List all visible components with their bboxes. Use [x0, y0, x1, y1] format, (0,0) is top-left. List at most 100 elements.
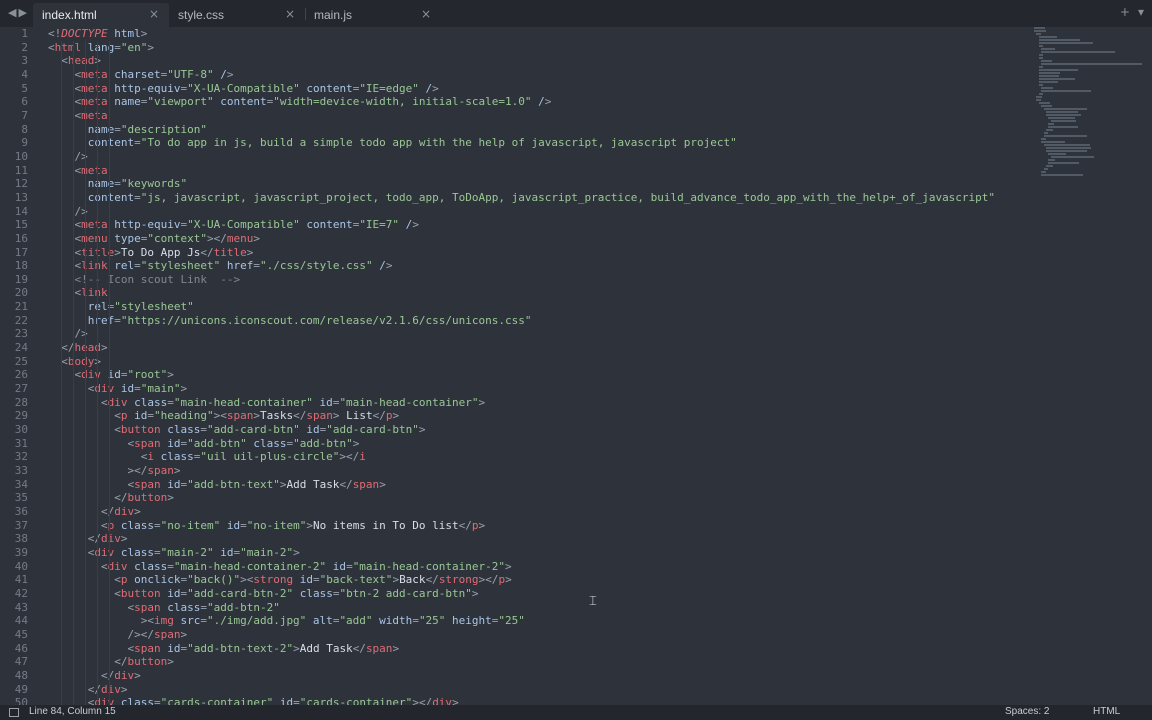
code-line[interactable]: <p class="no-item" id="no-item">No items… — [48, 519, 1028, 533]
minimap-line — [1046, 150, 1088, 152]
minimap-line — [1038, 57, 1043, 59]
code-line[interactable]: </div> — [48, 669, 1028, 683]
code-line[interactable]: <body> — [48, 355, 1028, 369]
line-number: 7 — [21, 108, 28, 122]
line-number: 29 — [14, 409, 28, 423]
code-line[interactable]: <div class="main-head-container-2" id="m… — [48, 560, 1028, 574]
forward-arrow-icon[interactable]: ▶ — [18, 6, 28, 19]
code-line[interactable]: <div class="cards-container" id="cards-c… — [48, 696, 1028, 705]
code-line[interactable]: <span id="add-btn-text">Add Task</span> — [48, 478, 1028, 492]
code-line[interactable]: content="To do app in js, build a simple… — [48, 136, 1028, 150]
minimap-line — [1046, 111, 1079, 113]
line-number: 24 — [14, 341, 28, 355]
code-line[interactable]: <span class="add-btn-2" — [48, 601, 1028, 615]
minimap-line — [1050, 120, 1077, 122]
code-line[interactable]: <!-- Icon scout Link --> — [48, 273, 1028, 287]
code-line[interactable]: <span id="add-btn-text-2">Add Task</span… — [48, 642, 1028, 656]
line-number: 17 — [14, 245, 28, 259]
line-number: 49 — [14, 682, 28, 696]
code-line[interactable]: name="description" — [48, 123, 1028, 137]
code-line[interactable]: </head> — [48, 341, 1028, 355]
minimap-line — [1034, 30, 1046, 32]
minimap-line — [1036, 99, 1041, 101]
code-line[interactable]: <html lang="en"> — [48, 41, 1028, 55]
code-line[interactable]: <div class="main-head-container" id="mai… — [48, 396, 1028, 410]
new-tab-plus-icon[interactable]: + — [1120, 5, 1130, 19]
tab-style-css[interactable]: style.css × — [169, 3, 305, 27]
minimap[interactable] — [1034, 27, 1146, 187]
code-line[interactable]: /></span> — [48, 628, 1028, 642]
line-number: 37 — [14, 518, 28, 532]
code-line[interactable]: </button> — [48, 491, 1028, 505]
code-line[interactable]: <div id="main"> — [48, 382, 1028, 396]
code-line[interactable]: <meta — [48, 109, 1028, 123]
code-line[interactable]: /> — [48, 150, 1028, 164]
code-line[interactable]: <div class="main-2" id="main-2"> — [48, 546, 1028, 560]
cursor-position[interactable]: Line 84, Column 15 — [29, 706, 116, 717]
tab-menu-chevron-icon[interactable]: ▾ — [1138, 5, 1144, 19]
code-line[interactable]: /> — [48, 205, 1028, 219]
code-line[interactable]: </button> — [48, 655, 1028, 669]
minimap-line — [1043, 144, 1091, 146]
minimap-line — [1048, 162, 1080, 164]
tab-nav-arrows: ◀▶ — [8, 6, 29, 19]
code-line[interactable]: <meta — [48, 164, 1028, 178]
code-line[interactable]: <button id="add-card-btn-2" class="btn-2… — [48, 587, 1028, 601]
code-line[interactable]: content="js, javascript, javascript_proj… — [48, 191, 1028, 205]
code-editor[interactable]: <!DOCTYPE html><html lang="en"> <head> <… — [48, 27, 1028, 705]
code-line[interactable]: </div> — [48, 683, 1028, 697]
code-line[interactable]: <p onclick="back()"><strong id="back-tex… — [48, 573, 1028, 587]
code-line[interactable]: <meta name="viewport" content="width=dev… — [48, 95, 1028, 109]
tab-index-html[interactable]: index.html × — [33, 3, 169, 27]
line-number-gutter: 1 2 3 4 5 6 7 8 9 10 11 12 13 14 15 16 17 18 19 20 21 22 23 24 2… — [0, 27, 40, 705]
minimap-line — [1046, 114, 1082, 116]
status-bar: Line 84, Column 15 Spaces: 2 HTML — [0, 705, 1152, 720]
code-line[interactable]: <p id="heading"><span>Tasks</span> List<… — [48, 409, 1028, 423]
minimap-line — [1041, 60, 1053, 62]
line-number: 2 — [21, 40, 28, 54]
tab-main-js[interactable]: main.js × — [305, 3, 441, 27]
code-line[interactable]: <meta http-equiv="X-UA-Compatible" conte… — [48, 82, 1028, 96]
code-line[interactable]: <head> — [48, 54, 1028, 68]
code-line[interactable]: ><img src="./img/add.jpg" alt="add" widt… — [48, 614, 1028, 628]
code-line[interactable]: /> — [48, 327, 1028, 341]
minimap-line — [1046, 165, 1053, 167]
line-number: 21 — [14, 300, 28, 314]
line-number: 40 — [14, 559, 28, 573]
code-line[interactable]: <span id="add-btn" class="add-btn"> — [48, 437, 1028, 451]
tab-bar: ◀▶ index.html × style.css × main.js × + ▾ — [0, 0, 1152, 27]
minimap-line — [1043, 135, 1088, 137]
close-icon[interactable]: × — [285, 7, 295, 21]
code-line[interactable]: <meta charset="UTF-8" /> — [48, 68, 1028, 82]
line-number: 41 — [14, 573, 28, 587]
code-line[interactable]: <i class="uil uil-plus-circle"></i — [48, 450, 1028, 464]
code-line[interactable]: <button class="add-card-btn" id="add-car… — [48, 423, 1028, 437]
code-line[interactable]: <title>To Do App Js</title> — [48, 246, 1028, 260]
line-number: 26 — [14, 368, 28, 382]
code-line[interactable]: href="https://unicons.iconscout.com/rele… — [48, 314, 1028, 328]
back-arrow-icon[interactable]: ◀ — [8, 6, 18, 19]
minimap-line — [1048, 153, 1066, 155]
panel-toggle-icon[interactable] — [9, 708, 19, 717]
line-number: 20 — [14, 286, 28, 300]
code-line[interactable]: </div> — [48, 505, 1028, 519]
syntax-mode[interactable]: HTML — [1093, 706, 1120, 717]
close-icon[interactable]: × — [149, 7, 159, 21]
code-line[interactable]: <!DOCTYPE html> — [48, 27, 1028, 41]
code-line[interactable]: ></span> — [48, 464, 1028, 478]
minimap-line — [1038, 78, 1075, 80]
minimap-line — [1048, 123, 1055, 125]
minimap-line — [1038, 45, 1043, 47]
code-line[interactable]: rel="stylesheet" — [48, 300, 1028, 314]
line-number: 13 — [14, 190, 28, 204]
code-line[interactable]: <div id="root"> — [48, 368, 1028, 382]
code-line[interactable]: <link — [48, 286, 1028, 300]
code-line[interactable]: <menu type="context"></menu> — [48, 232, 1028, 246]
code-line[interactable]: <link rel="stylesheet" href="./css/style… — [48, 259, 1028, 273]
code-line[interactable]: </div> — [48, 532, 1028, 546]
minimap-line — [1041, 105, 1053, 107]
code-line[interactable]: <meta http-equiv="X-UA-Compatible" conte… — [48, 218, 1028, 232]
close-icon[interactable]: × — [421, 7, 431, 21]
indentation-setting[interactable]: Spaces: 2 — [1005, 706, 1049, 717]
code-line[interactable]: name="keywords" — [48, 177, 1028, 191]
